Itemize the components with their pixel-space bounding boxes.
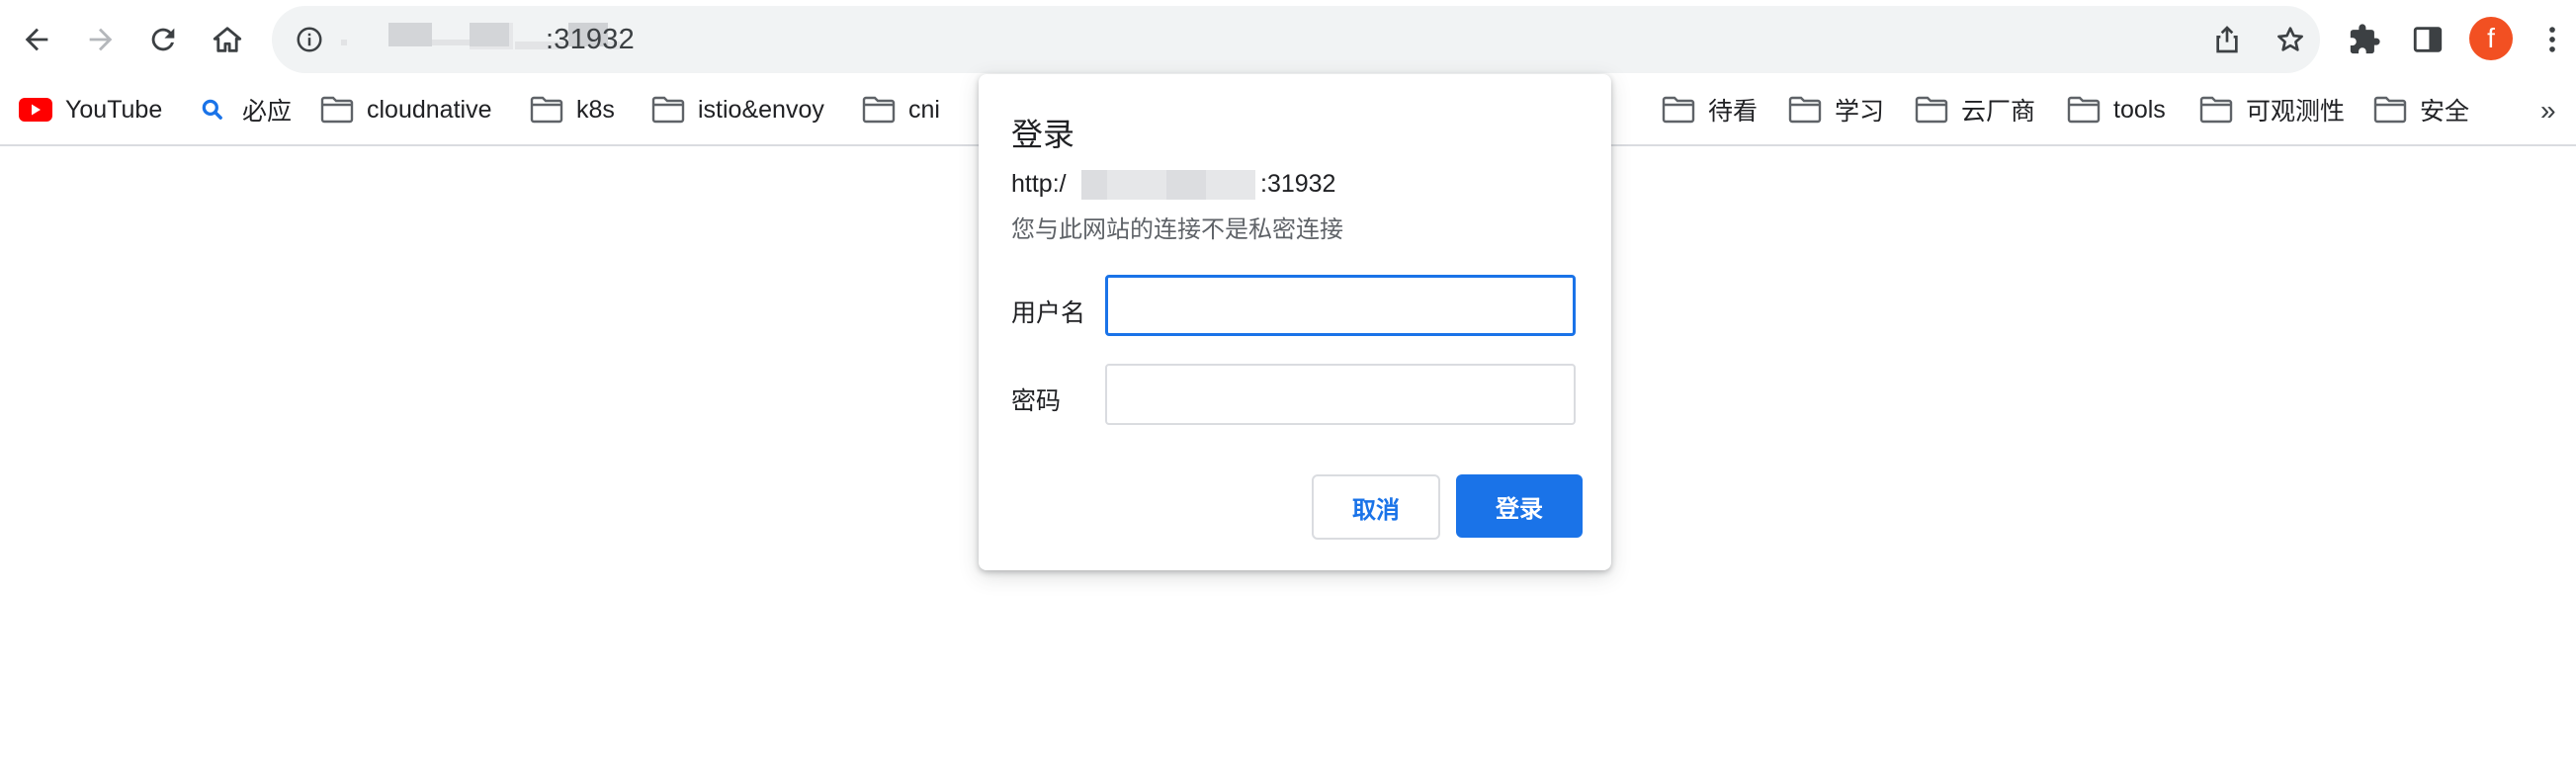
share-icon (2216, 26, 2238, 53)
bookmark-star-button[interactable] (2267, 16, 2314, 63)
forward-arrow-icon (89, 28, 113, 51)
redacted-origin (1166, 170, 1206, 200)
site-info-button[interactable] (286, 16, 333, 63)
bookmark-label: 必应 (242, 98, 293, 126)
password-label: 密码 (1011, 387, 1062, 415)
home-button[interactable] (202, 14, 253, 65)
bookmark-label: 学习 (1835, 98, 1885, 126)
more-bookmarks-button[interactable]: » (2540, 95, 2556, 127)
reload-button[interactable] (137, 14, 189, 65)
extensions-button[interactable] (2339, 14, 2390, 65)
more-vert-icon (2549, 27, 2555, 52)
username-input[interactable] (1105, 275, 1576, 336)
bookmark-folder-security[interactable]: 安全 (2372, 89, 2469, 130)
folder-icon (861, 95, 897, 125)
youtube-icon (18, 95, 53, 125)
browser-window: :31932 f YouTube 必应 cloudnative k8s isti… (0, 0, 2576, 765)
folder-icon (529, 95, 564, 125)
redacted-host (341, 40, 347, 45)
redacted-host (470, 23, 509, 46)
side-panel-button[interactable] (2402, 14, 2453, 65)
reload-icon (151, 28, 175, 51)
login-button[interactable]: 登录 (1456, 474, 1583, 538)
bookmark-label: YouTube (65, 95, 163, 124)
forward-button[interactable] (75, 14, 127, 65)
bookmark-label: 安全 (2420, 98, 2470, 126)
browser-toolbar: :31932 f (0, 0, 2576, 77)
redacted-host (388, 23, 432, 46)
info-icon (297, 27, 322, 52)
home-icon (213, 27, 242, 52)
folder-icon (2066, 95, 2102, 125)
folder-icon (319, 95, 355, 125)
dialog-title: 登录 (1011, 117, 1075, 152)
password-input[interactable] (1105, 364, 1576, 425)
back-arrow-icon (25, 28, 48, 51)
cancel-button[interactable]: 取消 (1312, 474, 1440, 540)
back-button[interactable] (11, 14, 62, 65)
bookmark-label: 可观测性 (2246, 98, 2346, 126)
bookmark-label: istio&envoy (698, 95, 824, 124)
bookmark-youtube[interactable]: YouTube (18, 89, 162, 130)
bookmark-bing[interactable]: 必应 (195, 89, 292, 130)
redacted-origin (1081, 170, 1107, 200)
url-port-text: :31932 (546, 24, 635, 55)
folder-icon (1914, 95, 1949, 125)
bookmark-folder-to-read[interactable]: 待看 (1661, 89, 1758, 130)
bookmark-folder-observability[interactable]: 可观测性 (2198, 89, 2345, 130)
bing-search-icon (195, 95, 230, 125)
bookmark-folder-study[interactable]: 学习 (1787, 89, 1884, 130)
bookmark-label: tools (2113, 95, 2166, 124)
dialog-origin-port: :31932 (1260, 170, 1336, 198)
folder-icon (2198, 95, 2234, 125)
folder-icon (1787, 95, 1823, 125)
bookmark-folder-tools[interactable]: tools (2066, 89, 2166, 130)
bookmark-label: cni (908, 95, 940, 124)
bookmark-folder-istio-envoy[interactable]: istio&envoy (650, 89, 824, 130)
star-icon (2277, 27, 2303, 51)
share-button[interactable] (2203, 16, 2251, 63)
bookmark-folder-k8s[interactable]: k8s (529, 89, 615, 130)
profile-avatar[interactable]: f (2469, 17, 2513, 60)
bookmark-label: 云厂商 (1961, 98, 2036, 126)
puzzle-icon (2350, 24, 2380, 54)
dialog-origin-prefix: http:/ (1011, 170, 1067, 198)
side-panel-icon (2413, 27, 2443, 52)
username-label: 用户名 (1011, 299, 1086, 327)
folder-icon (1661, 95, 1696, 125)
folder-icon (2372, 95, 2408, 125)
connection-warning: 您与此网站的连接不是私密连接 (1011, 216, 1343, 243)
bookmark-label: k8s (576, 95, 615, 124)
folder-icon (650, 95, 686, 125)
bookmark-folder-cni[interactable]: cni (861, 89, 940, 130)
sign-in-dialog: 登录 http:/ :31932 您与此网站的连接不是私密连接 用户名 密码 取… (979, 74, 1611, 570)
bookmark-folder-cloudnative[interactable]: cloudnative (319, 89, 491, 130)
bookmark-label: 待看 (1708, 98, 1759, 126)
address-bar[interactable]: :31932 (272, 6, 2320, 73)
bookmark-folder-cloud-vendors[interactable]: 云厂商 (1914, 89, 2035, 130)
menu-button[interactable] (2533, 14, 2572, 65)
bookmark-label: cloudnative (367, 95, 492, 124)
